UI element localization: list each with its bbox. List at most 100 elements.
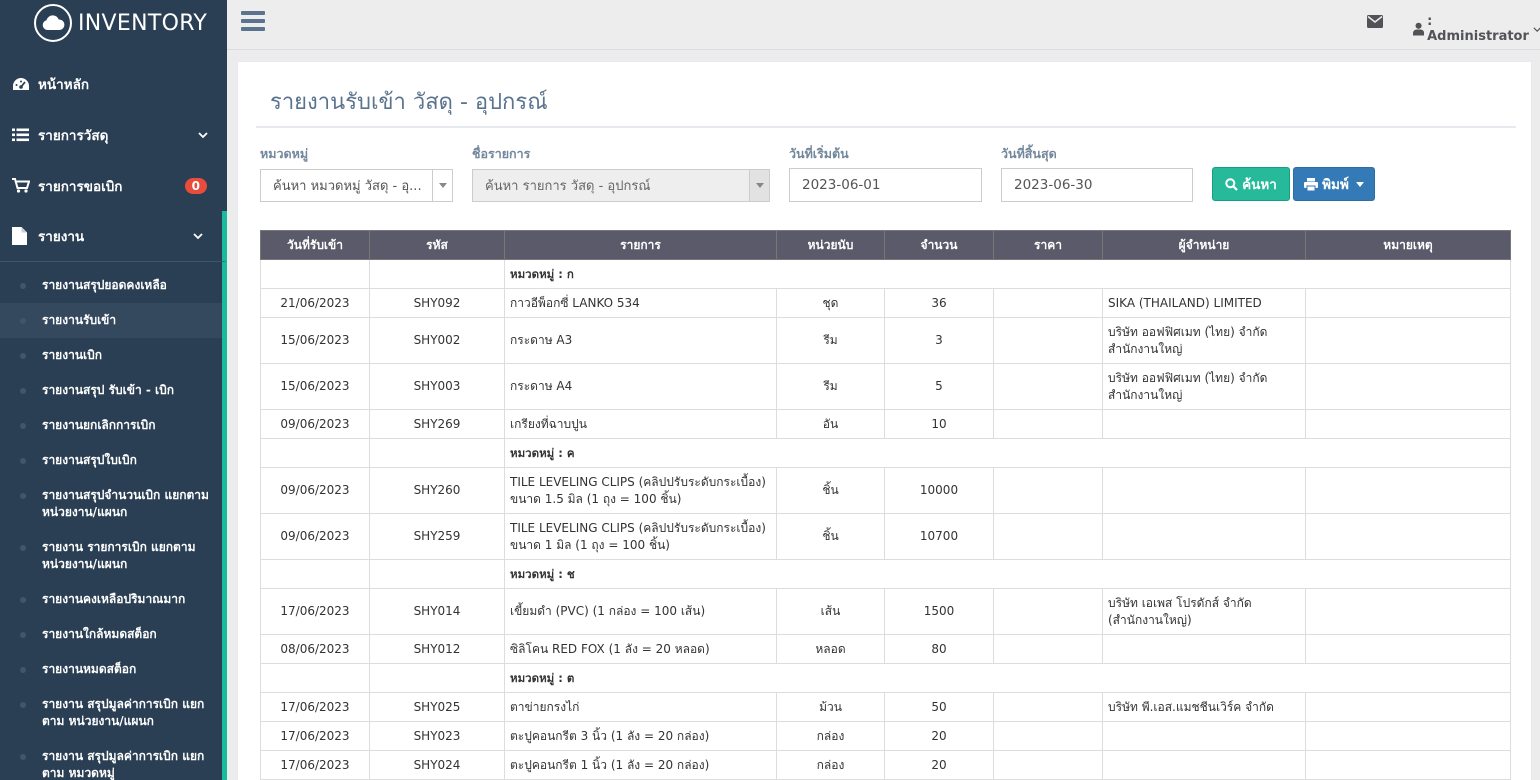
- brand[interactable]: INVENTORY: [0, 0, 227, 46]
- cell-note: [1305, 513, 1511, 560]
- cell-vendor: บริษัท ออฟฟิศเมท (ไทย) จำกัด สำนักงานใหญ…: [1102, 363, 1306, 410]
- chevron-down-icon: [193, 233, 203, 240]
- cell-note: [1305, 288, 1511, 318]
- cell-price: [993, 467, 1103, 514]
- category-label: หมวดหมู่ : ต: [504, 663, 1511, 693]
- search-button[interactable]: ค้นหา: [1212, 167, 1290, 201]
- cell-qty: 50: [884, 692, 994, 722]
- cell-price: [993, 750, 1103, 780]
- end-date-label: วันที่สิ้นสุด: [1001, 146, 1057, 161]
- cell-qty: 1500: [884, 588, 994, 635]
- submenu-item[interactable]: รายงานสรุป รับเข้า - เบิก: [0, 373, 222, 408]
- menu-toggle-icon[interactable]: [241, 11, 265, 33]
- submenu-item[interactable]: รายงานหมดสต็อก: [0, 652, 222, 687]
- submenu-item[interactable]: รายงานสรุปจำนวนเบิก แยกตาม หน่วยงาน/แผนก: [0, 478, 222, 530]
- search-icon: [1225, 177, 1238, 191]
- cell-item: เกรียงที่ฉาบปูน: [504, 409, 777, 439]
- cell-unit: ชิ้น: [776, 467, 885, 514]
- cell-vendor: [1102, 634, 1306, 664]
- sidebar-item-requests[interactable]: รายการขอเบิก 0: [0, 160, 227, 211]
- cell-unit: ม้วน: [776, 692, 885, 722]
- user-menu[interactable]: : Administrator: [1413, 14, 1540, 44]
- cell-code: SHY002: [369, 317, 505, 364]
- search-button-label: ค้นหา: [1242, 177, 1277, 193]
- submenu-item[interactable]: รายงานยกเลิกการเบิก: [0, 408, 222, 443]
- item-name-select[interactable]: ค้นหา รายการ วัสดุ - อุปกรณ์: [472, 169, 770, 202]
- submenu-item[interactable]: รายงานสรุปใบเบิก: [0, 443, 222, 478]
- cell-unit: ชุด: [776, 288, 885, 318]
- cell-price: [993, 409, 1103, 439]
- cell-price: [993, 513, 1103, 560]
- submenu-item[interactable]: รายงาน สรุปมูลค่าการเบิก แยก ตาม หน่วยงา…: [0, 687, 222, 739]
- print-button-label: พิมพ์: [1322, 177, 1349, 193]
- submenu-item[interactable]: รายงานเบิก: [0, 338, 222, 373]
- cell-vendor: [1102, 513, 1306, 560]
- cell-note: [1305, 634, 1511, 664]
- cell-item: กระดาษ A4: [504, 363, 777, 410]
- submenu-item[interactable]: รายงานคงเหลือปริมาณมาก: [0, 582, 222, 617]
- cell-price: [993, 288, 1103, 318]
- cell-note: [1305, 588, 1511, 635]
- category-row: หมวดหมู่ : ก: [260, 259, 1511, 289]
- cell-unit: เส้น: [776, 588, 885, 635]
- cell-unit: กล่อง: [776, 721, 885, 751]
- cell-code: SHY269: [369, 409, 505, 439]
- cell-unit: ชิ้น: [776, 513, 885, 560]
- table-row: 09/06/2023 SHY259 TILE LEVELING CLIPS (ค…: [260, 513, 1511, 560]
- sidebar-item-label: รายงาน: [38, 229, 85, 245]
- cell-qty: 10700: [884, 513, 994, 560]
- cell-date: 09/06/2023: [260, 513, 370, 560]
- cell-unit: อัน: [776, 409, 885, 439]
- column-header-price: ราคา: [993, 230, 1103, 260]
- submenu-item[interactable]: รายงาน รายการเบิก แยกตาม หน่วยงาน/แผนก: [0, 530, 222, 582]
- category-row: หมวดหมู่ : ต: [260, 663, 1511, 693]
- cell-date: 17/06/2023: [260, 721, 370, 751]
- table-row: 17/06/2023 SHY023 ตะปูคอนกรีต 3 นิ้ว (1 …: [260, 721, 1511, 751]
- column-header-item: รายการ: [504, 230, 777, 260]
- dashboard-icon: [12, 77, 38, 91]
- category-label: หมวดหมู่: [260, 146, 309, 161]
- cell-qty: 20: [884, 750, 994, 780]
- column-header-unit: หน่วยนับ: [776, 230, 885, 260]
- cell-vendor: [1102, 721, 1306, 751]
- cell-qty: 5: [884, 363, 994, 410]
- submenu-item-current[interactable]: รายงานรับเข้า: [0, 303, 222, 338]
- cell-note: [1305, 750, 1511, 780]
- caret-down-icon: [755, 183, 764, 188]
- submenu-item[interactable]: รายงาน สรุปมูลค่าการเบิก แยก ตาม หมวดหมู…: [0, 739, 222, 780]
- sidebar: INVENTORY หน้าหลัก รายการวัสดุ รายการขอเ…: [0, 0, 227, 780]
- cloud-icon: [34, 4, 72, 42]
- cell-qty: 10000: [884, 467, 994, 514]
- sidebar-item-home[interactable]: หน้าหลัก: [0, 58, 227, 109]
- submenu-item[interactable]: รายงานใกล้หมดสต็อก: [0, 617, 222, 652]
- mail-icon[interactable]: [1367, 15, 1383, 32]
- cell-date: 09/06/2023: [260, 467, 370, 514]
- cell-date: 17/06/2023: [260, 750, 370, 780]
- end-date-input[interactable]: 2023-06-30: [1001, 168, 1193, 202]
- cell-vendor: บริษัท เอเพส โปรดักส์ จำกัด (สำนักงานใหญ…: [1102, 588, 1306, 635]
- sidebar-item-reports[interactable]: รายงาน: [0, 211, 227, 262]
- cell-note: [1305, 692, 1511, 722]
- cell-item: กระดาษ A3: [504, 317, 777, 364]
- table-row: 15/06/2023 SHY002 กระดาษ A3 รีม 3 บริษัท…: [260, 317, 1511, 364]
- receive-report-table: วันที่รับเข้า รหัส รายการ หน่วยนับ จำนวน…: [260, 230, 1511, 780]
- submenu-item[interactable]: รายงานสรุปยอดคงเหลือ: [0, 268, 222, 303]
- user-icon: [1413, 22, 1425, 36]
- report-panel: รายงานรับเข้า วัสดุ - อุปกรณ์ หมวดหมู่ ค…: [237, 61, 1532, 780]
- cell-vendor: [1102, 409, 1306, 439]
- cell-date: 17/06/2023: [260, 588, 370, 635]
- cell-code: SHY025: [369, 692, 505, 722]
- column-header-qty: จำนวน: [884, 230, 994, 260]
- start-date-input[interactable]: 2023-06-01: [789, 168, 982, 202]
- item-name-label: ชื่อรายการ: [472, 146, 531, 161]
- cell-item: เขี้ยมดำ (PVC) (1 กล่อง = 100 เส้น): [504, 588, 777, 635]
- category-select[interactable]: ค้นหา หมวดหมู่ วัสดุ - อุ...: [260, 169, 453, 202]
- column-header-code: รหัส: [369, 230, 505, 260]
- print-button[interactable]: พิมพ์: [1293, 167, 1375, 201]
- brand-name: INVENTORY: [78, 10, 208, 36]
- chevron-down-icon: [1533, 26, 1540, 32]
- caret-down-icon: [1355, 181, 1364, 187]
- sidebar-item-materials[interactable]: รายการวัสดุ: [0, 109, 227, 160]
- cell-vendor: SIKA (THAILAND) LIMITED: [1102, 288, 1306, 318]
- cell-price: [993, 721, 1103, 751]
